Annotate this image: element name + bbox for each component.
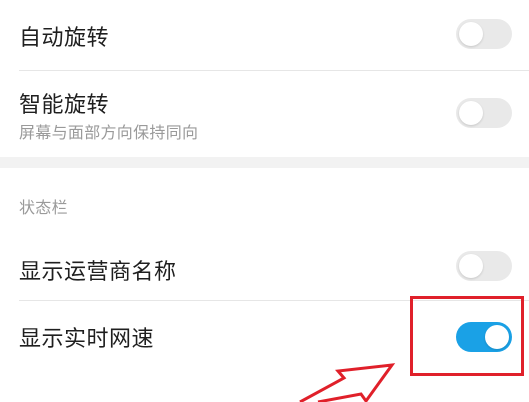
auto-rotate-label: 自动旋转 — [19, 26, 110, 51]
show-carrier-name-toggle[interactable] — [456, 251, 512, 281]
auto-rotate-toggle[interactable] — [456, 19, 512, 49]
display-settings-screen: 自动旋转 智能旋转 屏幕与面部方向保持同向 状态栏 显示运营商名称 显示实时网速 — [0, 0, 529, 402]
highlight-annotation-box — [410, 296, 524, 376]
auto-rotate-row[interactable]: 自动旋转 — [0, 0, 529, 70]
smart-rotate-toggle[interactable] — [456, 98, 512, 128]
smart-rotate-label: 智能旋转 — [19, 93, 110, 118]
show-carrier-name-label: 显示运营商名称 — [19, 260, 177, 285]
toggle-knob — [459, 22, 483, 46]
show-carrier-name-row[interactable]: 显示运营商名称 — [0, 232, 529, 300]
smart-rotate-row[interactable]: 智能旋转 屏幕与面部方向保持同向 — [0, 71, 529, 157]
smart-rotate-description: 屏幕与面部方向保持同向 — [19, 123, 199, 142]
toggle-knob — [459, 101, 483, 125]
toggle-knob — [459, 254, 483, 278]
show-network-speed-label: 显示实时网速 — [19, 327, 155, 352]
section-separator — [0, 157, 529, 168]
status-bar-section-header: 状态栏 — [19, 198, 68, 217]
